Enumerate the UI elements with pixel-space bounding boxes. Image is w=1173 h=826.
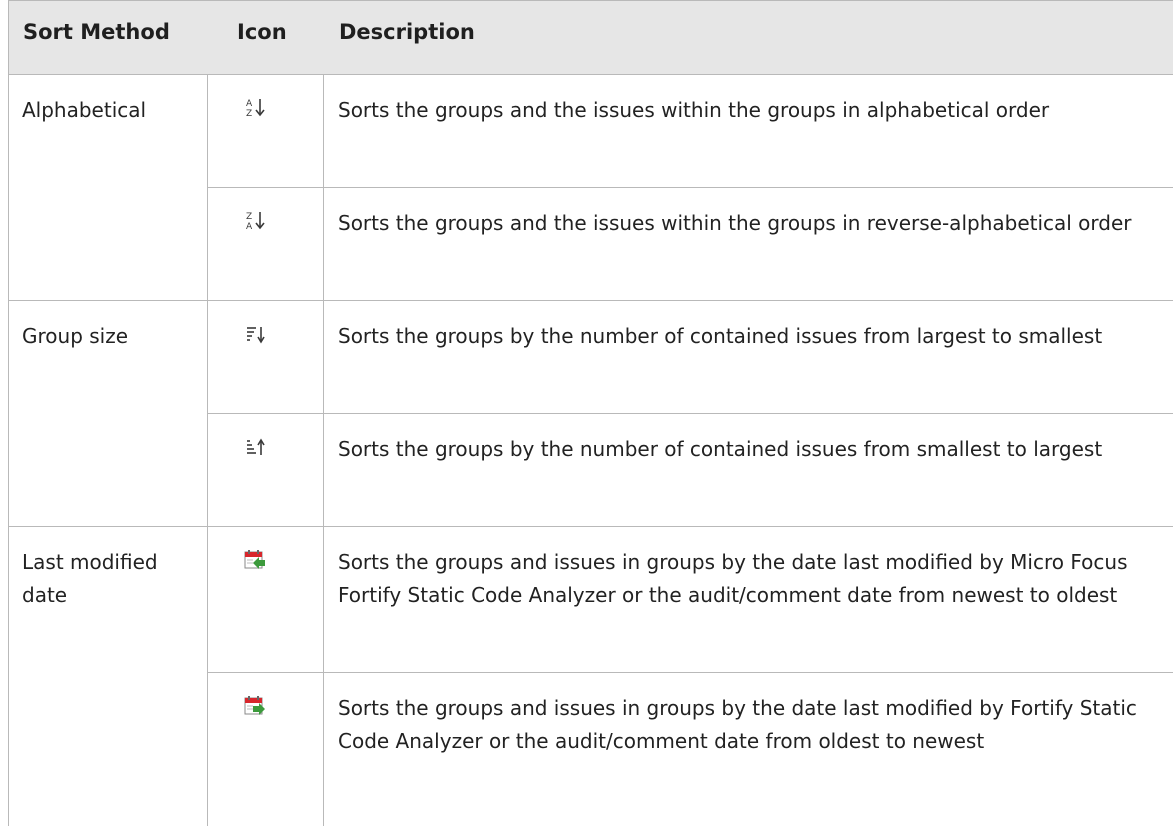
header-bottom-border xyxy=(8,74,1173,75)
row-divider xyxy=(207,672,1173,673)
sort-z-a-icon: Z A xyxy=(245,210,267,232)
group-divider xyxy=(8,300,1173,301)
sort-size-descending-icon xyxy=(245,324,267,346)
description-cell: Sorts the groups by the number of contai… xyxy=(338,324,1103,348)
group-divider xyxy=(8,526,1173,527)
description-cell: Sorts the groups and issues in groups by… xyxy=(338,696,1137,753)
row-divider xyxy=(207,413,1173,414)
sort-methods-table: Sort Method Icon Description Alphabetica… xyxy=(8,0,1173,826)
header-sort-method: Sort Method xyxy=(23,20,170,44)
svg-text:A: A xyxy=(246,99,253,109)
sort-a-z-icon: A Z xyxy=(245,97,267,119)
table-border-left xyxy=(8,0,9,826)
sort-method-group-size: Group size xyxy=(22,324,129,348)
description-cell: Sorts the groups and the issues within t… xyxy=(338,98,1050,122)
svg-text:A: A xyxy=(246,222,253,232)
sort-size-ascending-icon xyxy=(245,437,267,459)
calendar-oldest-first-icon xyxy=(244,695,266,717)
calendar-newest-first-icon xyxy=(244,549,266,571)
row-divider xyxy=(207,187,1173,188)
svg-text:Z: Z xyxy=(246,212,252,222)
header-icon: Icon xyxy=(237,20,287,44)
table-header-row: Sort Method Icon Description xyxy=(8,0,1173,74)
svg-text:Z: Z xyxy=(246,109,252,119)
description-cell: Sorts the groups and issues in groups by… xyxy=(338,550,1128,607)
sort-method-alphabetical: Alphabetical xyxy=(22,98,147,122)
description-cell: Sorts the groups and the issues within t… xyxy=(338,211,1132,235)
sort-method-last-modified-date: Last modified date xyxy=(22,550,158,607)
header-description: Description xyxy=(339,20,475,44)
description-cell: Sorts the groups by the number of contai… xyxy=(338,437,1103,461)
